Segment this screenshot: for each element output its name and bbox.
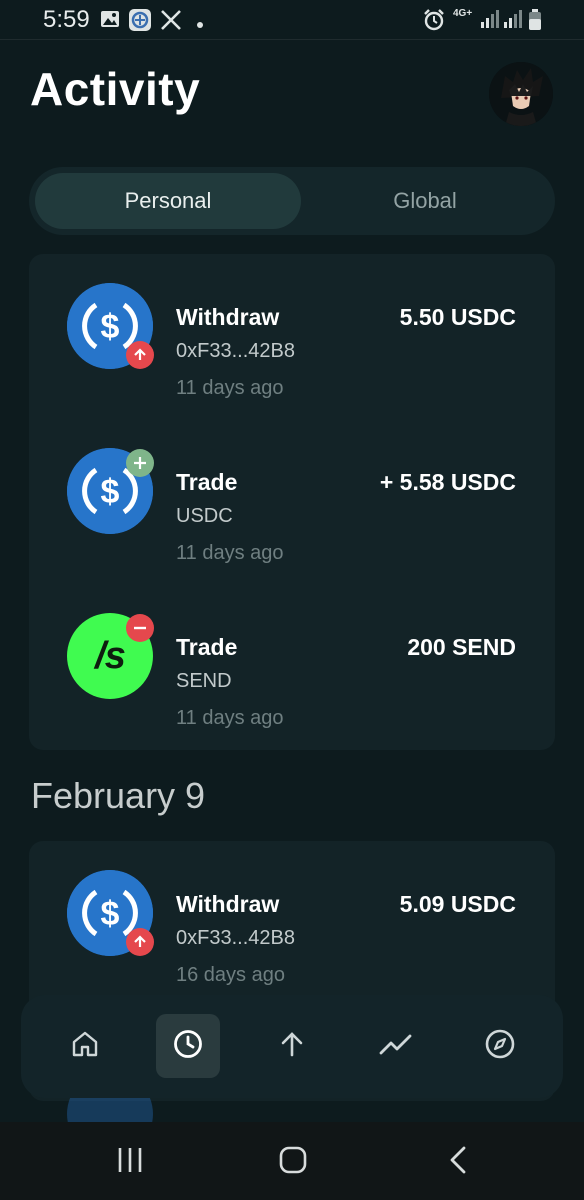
signal-icon <box>479 9 499 29</box>
system-home-button[interactable] <box>271 1140 315 1184</box>
svg-text:$: $ <box>101 308 120 346</box>
arrow-up-icon <box>277 1029 307 1064</box>
battery-icon <box>528 9 542 30</box>
signal-icon <box>502 9 522 29</box>
bottom-nav <box>21 995 563 1098</box>
list-item[interactable]: $ Trade USDC 11 days ago + 5.58 USDC <box>29 439 555 579</box>
item-amount: 5.09 USDC <box>399 891 516 917</box>
home-icon <box>278 1145 308 1180</box>
activity-card: $ Withdraw 0xF33...42B8 11 days ago 5.50… <box>29 254 555 750</box>
item-title: Withdraw <box>176 304 280 330</box>
nav-explore-button[interactable] <box>468 1014 532 1078</box>
back-icon <box>446 1145 470 1180</box>
dot-icon <box>196 16 204 28</box>
list-item[interactable]: /s Trade SEND 11 days ago 200 SEND <box>29 604 555 744</box>
status-time: 5:59 <box>43 6 90 33</box>
system-nav-bar <box>0 1122 584 1200</box>
item-time: 11 days ago <box>176 542 284 564</box>
page-title: Activity <box>30 63 201 115</box>
4g-icon: 4G+ <box>453 8 473 19</box>
item-amount: + 5.58 USDC <box>379 469 516 495</box>
send-logo-text: /s <box>95 634 126 677</box>
app-icon <box>129 9 151 31</box>
clock-icon <box>172 1028 204 1065</box>
activity-tabs: Personal Global <box>29 167 555 235</box>
image-icon <box>100 9 120 29</box>
recents-button[interactable] <box>108 1140 152 1184</box>
item-subtitle: USDC <box>176 505 233 527</box>
back-button[interactable] <box>436 1140 480 1184</box>
trend-icon <box>379 1029 413 1064</box>
item-subtitle: 0xF33...42B8 <box>176 340 295 362</box>
item-title: Trade <box>176 634 238 660</box>
nav-activity-button[interactable] <box>156 1014 220 1078</box>
tab-personal[interactable]: Personal <box>35 173 301 229</box>
plus-icon <box>126 449 154 477</box>
arrow-up-icon <box>126 341 154 369</box>
compass-icon <box>484 1028 516 1065</box>
alarm-icon <box>423 9 444 31</box>
arrow-up-icon <box>126 928 154 956</box>
x-icon <box>160 9 181 30</box>
home-icon <box>70 1029 100 1064</box>
item-title: Trade <box>176 469 238 495</box>
svg-text:$: $ <box>101 895 120 933</box>
list-item[interactable]: $ Withdraw 0xF33...42B8 16 days ago 5.09… <box>29 861 555 1001</box>
item-title: Withdraw <box>176 891 280 917</box>
item-subtitle: 0xF33...42B8 <box>176 927 295 949</box>
item-amount: 200 SEND <box>407 634 516 660</box>
nav-trade-button[interactable] <box>364 1014 428 1078</box>
item-time: 11 days ago <box>176 707 284 729</box>
item-time: 16 days ago <box>176 964 285 986</box>
item-subtitle: SEND <box>176 670 232 692</box>
status-bar: 5:59 4G+ <box>0 0 584 40</box>
list-item[interactable]: $ Withdraw 0xF33...42B8 11 days ago 5.50… <box>29 274 555 414</box>
nav-send-button[interactable] <box>260 1014 324 1078</box>
date-heading: February 9 <box>31 775 206 816</box>
minus-icon <box>126 614 154 642</box>
svg-text:$: $ <box>101 473 120 511</box>
nav-home-button[interactable] <box>53 1014 117 1078</box>
item-time: 11 days ago <box>176 377 284 399</box>
avatar[interactable] <box>489 62 553 126</box>
item-amount: 5.50 USDC <box>399 304 516 330</box>
recents-icon <box>115 1146 145 1179</box>
tab-global[interactable]: Global <box>295 173 555 229</box>
